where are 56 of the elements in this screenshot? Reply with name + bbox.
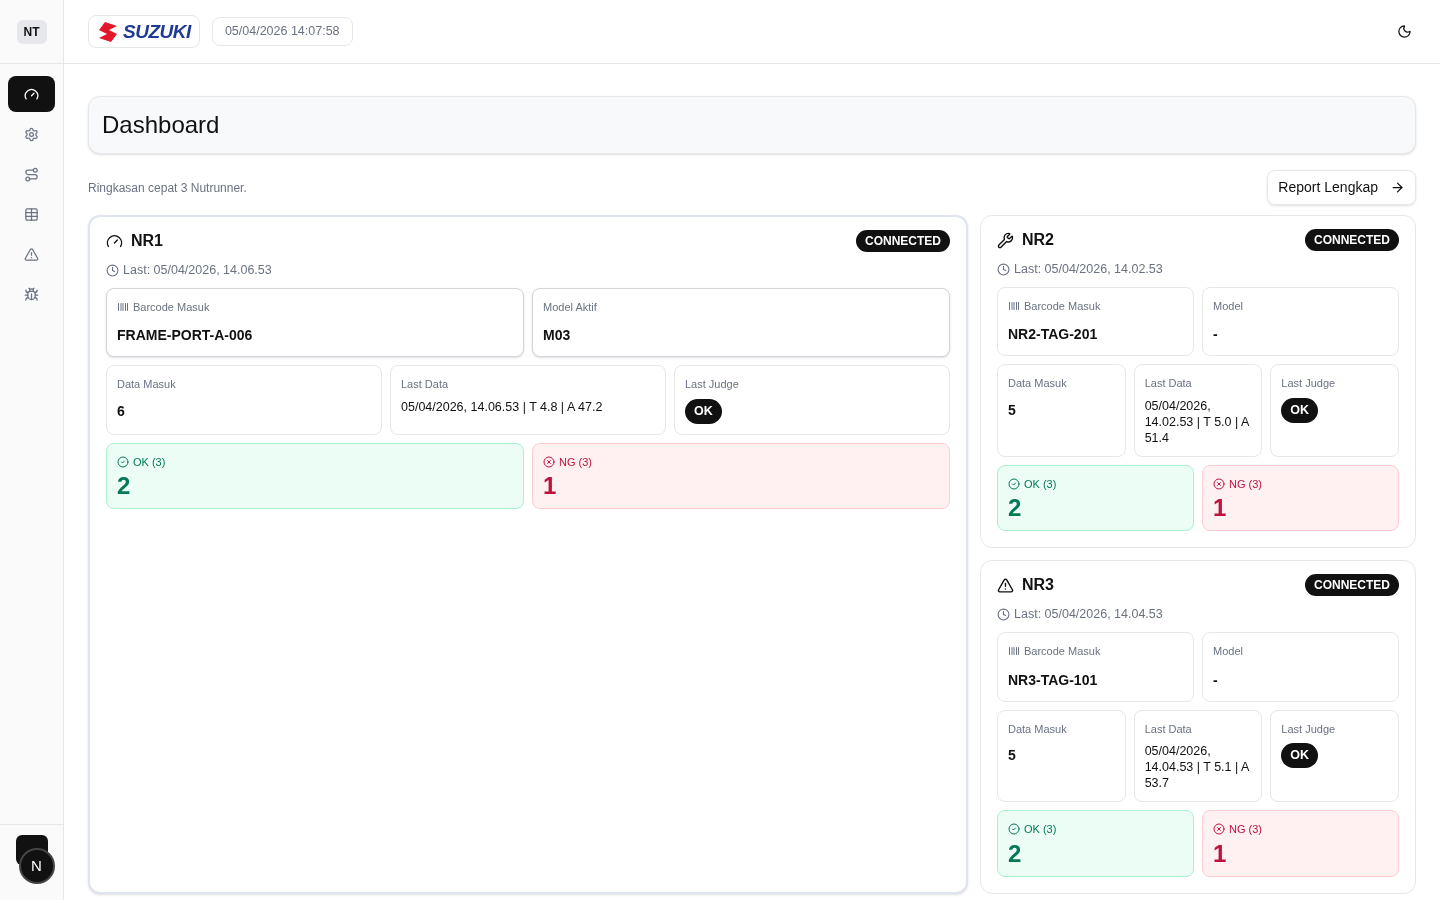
model-value: M03	[543, 326, 572, 346]
ng-label: NG (3)	[1229, 476, 1262, 492]
avatar: NT	[16, 19, 47, 44]
logo-wordmark: SUZUKI	[123, 22, 191, 41]
barcode-value: NR3-TAG-101	[1008, 670, 1099, 690]
field-label: Last Data	[401, 377, 450, 393]
field-label: Last Judge	[685, 377, 740, 393]
last-data-value: 05/04/2026, 14.02.53 | T 5.0 | A 51.4	[1144, 397, 1250, 446]
nutrunner-name: NR2	[1022, 230, 1054, 250]
judge-badge: OK	[685, 398, 722, 424]
judge-badge: OK	[1281, 743, 1319, 768]
last-data-value: 05/04/2026, 14.04.53 | T 5.1 | A 53.7	[1144, 743, 1250, 791]
field-label: Last Judge	[1281, 376, 1337, 392]
datetime: 05/04/2026 14:07:58	[211, 17, 353, 46]
page-title: Dashboard	[102, 110, 220, 140]
ng-label: NG (3)	[1229, 822, 1262, 837]
data-count: 5	[1008, 400, 1017, 420]
ok-label: OK (3)	[133, 454, 166, 470]
ok-label: OK (3)	[1024, 822, 1057, 837]
last-data-value: 05/04/2026, 14.06.53 | T 4.8 | A 47.2	[401, 398, 604, 415]
field-label: Data Masuk	[1008, 721, 1068, 737]
ok-count: 2	[1008, 838, 1023, 869]
ng-count: 1	[1213, 838, 1228, 869]
ng-count: 1	[543, 471, 558, 501]
field-label: Barcode Masuk	[133, 299, 210, 315]
model-value: -	[1213, 670, 1219, 690]
ok-count: 2	[1008, 493, 1023, 524]
field-label: Model Aktif	[543, 299, 598, 315]
field-label: Model	[1213, 644, 1244, 659]
field-label: Last Data	[1144, 376, 1193, 392]
field-label: Last Data	[1144, 721, 1193, 737]
status-badge: CONNECTED	[1305, 574, 1399, 597]
data-count: 5	[1008, 746, 1017, 765]
ng-count: 1	[1213, 493, 1228, 524]
ok-label: OK (3)	[1024, 476, 1057, 492]
ng-label: NG (3)	[559, 454, 592, 470]
nutrunner-name: NR1	[131, 231, 163, 251]
barcode-value: FRAME-PORT-A-006	[117, 326, 254, 346]
judge-badge: OK	[1281, 397, 1319, 423]
last-time: Last: 05/04/2026, 14.06.53	[123, 262, 272, 279]
field-label: Model	[1213, 298, 1244, 314]
field-label: Barcode Masuk	[1024, 298, 1101, 314]
field-label: Data Masuk	[117, 377, 177, 393]
status-badge: CONNECTED	[856, 230, 950, 252]
ok-count: 2	[117, 471, 132, 501]
last-time: Last: 05/04/2026, 14.02.53	[1014, 261, 1163, 278]
model-value: -	[1213, 325, 1219, 345]
last-time: Last: 05/04/2026, 14.04.53	[1014, 606, 1163, 624]
nutrunner-name: NR3	[1022, 575, 1054, 596]
data-count: 6	[117, 401, 126, 421]
field-label: Data Masuk	[1008, 376, 1068, 392]
field-label: Barcode Masuk	[1024, 644, 1101, 659]
field-label: Last Judge	[1281, 721, 1337, 737]
page-subtitle: Ringkasan cepat 3 Nutrunner.	[88, 179, 247, 197]
status-badge: CONNECTED	[1305, 229, 1399, 251]
barcode-value: NR2-TAG-201	[1008, 325, 1099, 345]
